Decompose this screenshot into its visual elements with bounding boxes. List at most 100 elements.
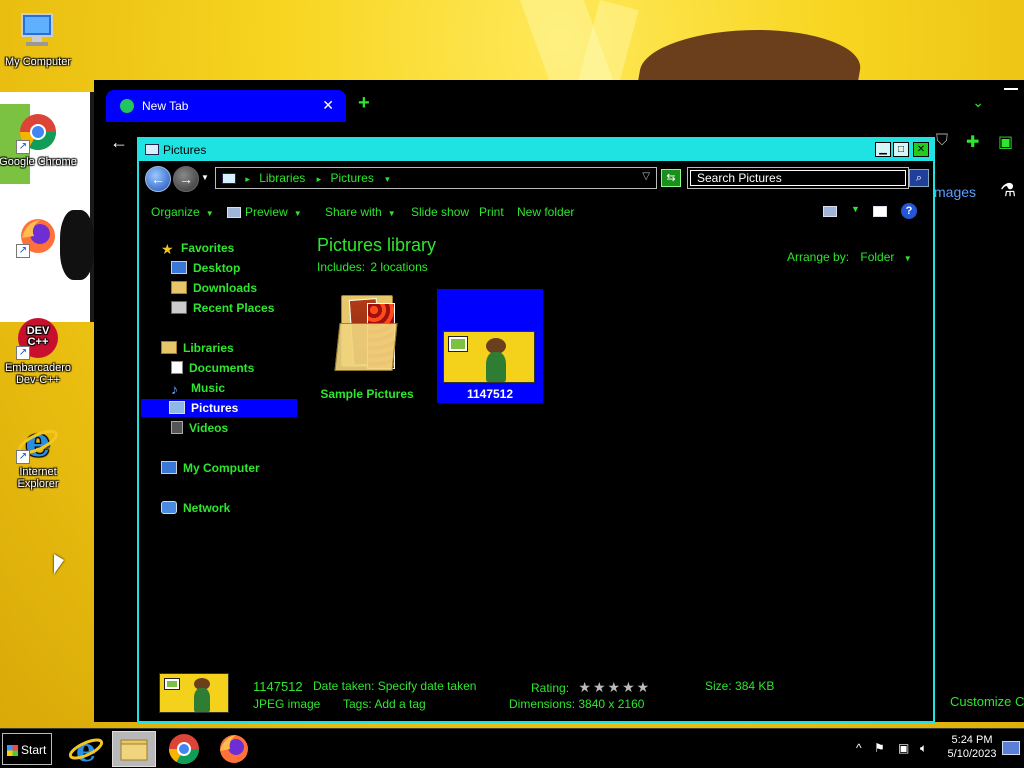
print-button[interactable]: Print [479,205,504,219]
organize-button[interactable]: Organize ▼ [151,205,214,219]
preview-label: Preview [245,205,288,219]
view-icon [823,206,837,218]
search-box [687,167,909,189]
arrange-by-value[interactable]: Folder [860,250,894,264]
network-tray-icon[interactable]: ▣ [898,741,909,755]
maximize-button[interactable]: □ [893,142,909,157]
taskbar-firefox[interactable] [212,731,256,767]
close-tab-icon[interactable]: ✕ [322,97,334,114]
volume-icon[interactable]: 🔈︎ [920,741,927,756]
desktop-icon-internet-explorer[interactable]: e ↗ Internet Explorer [0,419,78,490]
nav-downloads[interactable]: Downloads [171,279,257,297]
libraries-icon [161,341,177,355]
side-panel-icon[interactable]: ▣ [998,132,1013,152]
rating-star-icon[interactable]: ★ [608,679,621,695]
preview-pane-button[interactable] [873,204,891,218]
back-button[interactable]: ← [145,166,171,192]
arrange-by[interactable]: Arrange by: Folder ▼ [787,250,912,264]
chrome-icon [169,734,199,765]
nav-network[interactable]: Network [161,499,230,517]
rating-star-icon[interactable]: ★ [622,679,635,695]
labs-flask-icon[interactable]: ⚗ [1000,180,1016,201]
includes-value[interactable]: 2 locations [370,260,427,274]
details-pane: 1147512 JPEG image Date taken: Specify d… [139,665,933,721]
rating-star-icon[interactable]: ★ [593,679,606,695]
address-bar[interactable]: ▸ Libraries ▸ Pictures ▾ ▽ [215,167,657,189]
preview-button[interactable]: Preview ▼ [227,205,302,219]
nav-recent-places[interactable]: Recent Places [171,299,274,317]
help-button[interactable]: ? [901,203,917,219]
new-tab-button[interactable]: + [358,92,370,115]
nav-my-computer-label: My Computer [183,461,260,475]
taskbar-internet-explorer[interactable]: e [64,731,108,768]
action-center-flag-icon[interactable]: ⚑ [874,741,885,755]
nav-desktop[interactable]: Desktop [171,259,240,277]
nav-music[interactable]: ♪ Music [171,379,225,397]
taskbar-clock[interactable]: 5:24 PM 5/10/2023 [944,733,1000,761]
file-item-1147512[interactable]: 1147512 [437,289,543,403]
share-with-label: Share with [325,205,382,219]
show-desktop-icon[interactable] [1002,741,1020,755]
browser-back-button[interactable]: ← [110,132,128,153]
change-view-button[interactable] [823,204,841,218]
extension-shield-icon[interactable]: ⛉ [936,132,948,150]
taskbar-windows-explorer[interactable] [112,731,156,767]
rating-stars[interactable]: ★ ★ ★ ★ ★ [578,679,651,695]
address-row: ← → ▼ ▸ Libraries ▸ Pictures ▾ ▽ ⇆ ⌕ [139,161,933,195]
breadcrumb-separator-icon[interactable]: ▾ [385,174,390,184]
nav-videos[interactable]: Videos [171,419,228,437]
nav-my-computer[interactable]: My Computer [161,459,260,477]
tags-value[interactable]: Add a tag [374,697,425,711]
search-icon[interactable]: ⌕ [909,169,929,187]
chevron-down-icon: ▼ [205,209,214,218]
chrome-minimize-button[interactable] [1004,88,1018,90]
chevron-down-icon[interactable]: ▼ [904,254,912,263]
rating-star-icon[interactable]: ★ [578,679,591,695]
taskbar-google-chrome[interactable] [162,731,206,767]
minimize-button[interactable]: ▁ [875,142,891,157]
chrome-tab-favicon-icon [120,99,134,113]
nav-recent-places-label: Recent Places [193,301,275,315]
search-input[interactable] [690,170,906,186]
view-options-chevron-icon[interactable]: ▼ [851,204,860,214]
desktop-icon-my-computer[interactable]: My Computer [0,10,78,68]
slide-show-button[interactable]: Slide show [411,205,469,219]
file-item-sample-pictures[interactable]: Sample Pictures [317,289,417,401]
breadcrumb-pictures[interactable]: Pictures [330,171,373,185]
refresh-button[interactable]: ⇆ [661,169,681,187]
explorer-window: Pictures ▁ □ ✕ ← → ▼ ▸ Libraries ▸ Pictu… [137,137,935,723]
nav-pictures[interactable]: Pictures [141,399,297,417]
tray-overflow-icon[interactable]: ^ [856,741,862,755]
images-link[interactable]: mages [934,184,976,200]
extensions-puzzle-icon[interactable]: ✚ [966,132,979,152]
breadcrumb-separator-icon[interactable]: ▸ [317,174,322,184]
nav-documents[interactable]: Documents [171,359,254,377]
desktop-icon-google-chrome[interactable]: ↗ Google Chrome [0,110,78,168]
nav-libraries[interactable]: Libraries [161,339,234,357]
rating-star-icon[interactable]: ★ [637,679,650,695]
file-item-label: 1147512 [466,387,514,401]
new-folder-button[interactable]: New folder [517,205,574,219]
preview-pane-icon [873,206,887,218]
recent-pages-chevron-icon[interactable]: ▼ [201,173,209,182]
breadcrumb-separator-icon[interactable]: ▸ [245,174,250,184]
breadcrumb-libraries[interactable]: Libraries [259,171,305,185]
address-dropdown-icon[interactable]: ▽ [642,171,650,182]
nav-favorites[interactable]: ★ Favorites [161,239,234,257]
explorer-titlebar[interactable]: Pictures [139,139,933,161]
library-includes[interactable]: Includes: 2 locations [317,260,428,274]
tab-search-chevron-icon[interactable]: ⌄ [972,94,984,111]
close-button[interactable]: ✕ [913,142,929,157]
arrange-by-label: Arrange by: [787,250,850,264]
start-button[interactable]: Start [2,733,52,765]
desktop-icon-devcpp[interactable]: DEV C++ ↗ Embarcadero Dev-C++ [0,316,78,386]
forward-button[interactable]: → [173,166,199,192]
clock-time: 5:24 PM [951,734,993,746]
date-taken-value[interactable]: Specify date taken [378,679,477,693]
desktop-icon-firefox[interactable]: ↗ [0,214,78,260]
customize-chrome-button[interactable]: Customize C [950,694,1024,709]
chrome-tab-new-tab[interactable]: New Tab ✕ [106,90,346,122]
ie-icon: e [68,731,104,768]
tags-label: Tags: [343,697,372,711]
share-with-button[interactable]: Share with ▼ [325,205,396,219]
